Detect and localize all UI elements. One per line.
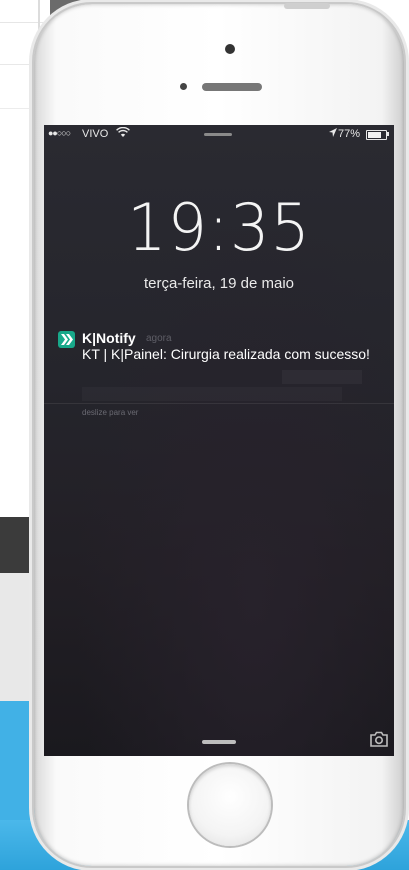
home-button[interactable] — [189, 764, 271, 846]
lock-screen-date: terça-feira, 19 de maio — [143, 275, 295, 292]
notification-center-handle[interactable] — [204, 133, 232, 136]
location-arrow-icon — [329, 128, 337, 140]
control-center-handle[interactable] — [202, 740, 236, 744]
notification-divider — [44, 403, 394, 404]
battery-tip — [387, 132, 389, 136]
front-camera — [225, 44, 235, 54]
wifi-icon — [116, 126, 130, 141]
battery-percentage: 77% — [338, 128, 361, 140]
lock-screen[interactable]: ●●○○○ VIVO 77% 19:35 terça-feira, 19 de … — [44, 125, 394, 756]
battery-level — [368, 132, 382, 138]
notification-timestamp: agora — [146, 333, 172, 344]
iphone-frame: ●●○○○ VIVO 77% 19:35 terça-feira, 19 de … — [34, 3, 404, 866]
battery-icon — [366, 130, 387, 140]
proximity-sensor — [180, 83, 187, 90]
camera-icon[interactable] — [369, 731, 389, 747]
signal-strength: ●●○○○ — [48, 128, 71, 138]
lock-screen-time: 19:35 — [127, 189, 311, 266]
notification-message: KT | K|Painel: Cirurgia realizada com su… — [82, 346, 370, 362]
blurred-content — [82, 387, 342, 401]
background-grey-panel — [0, 573, 38, 701]
slide-to-view-hint: deslize para ver — [82, 408, 139, 417]
app-icon — [58, 331, 75, 348]
earpiece-speaker — [202, 83, 262, 91]
power-button — [284, 3, 330, 9]
background-row — [0, 0, 50, 23]
notification-item[interactable]: K|Notify agora KT | K|Painel: Cirurgia r… — [44, 325, 394, 417]
blurred-content — [282, 370, 362, 384]
status-bar: ●●○○○ VIVO 77% — [44, 125, 394, 143]
carrier-name: VIVO — [82, 128, 109, 140]
notification-app-name: K|Notify — [82, 330, 136, 346]
background-dark-panel — [0, 517, 38, 573]
